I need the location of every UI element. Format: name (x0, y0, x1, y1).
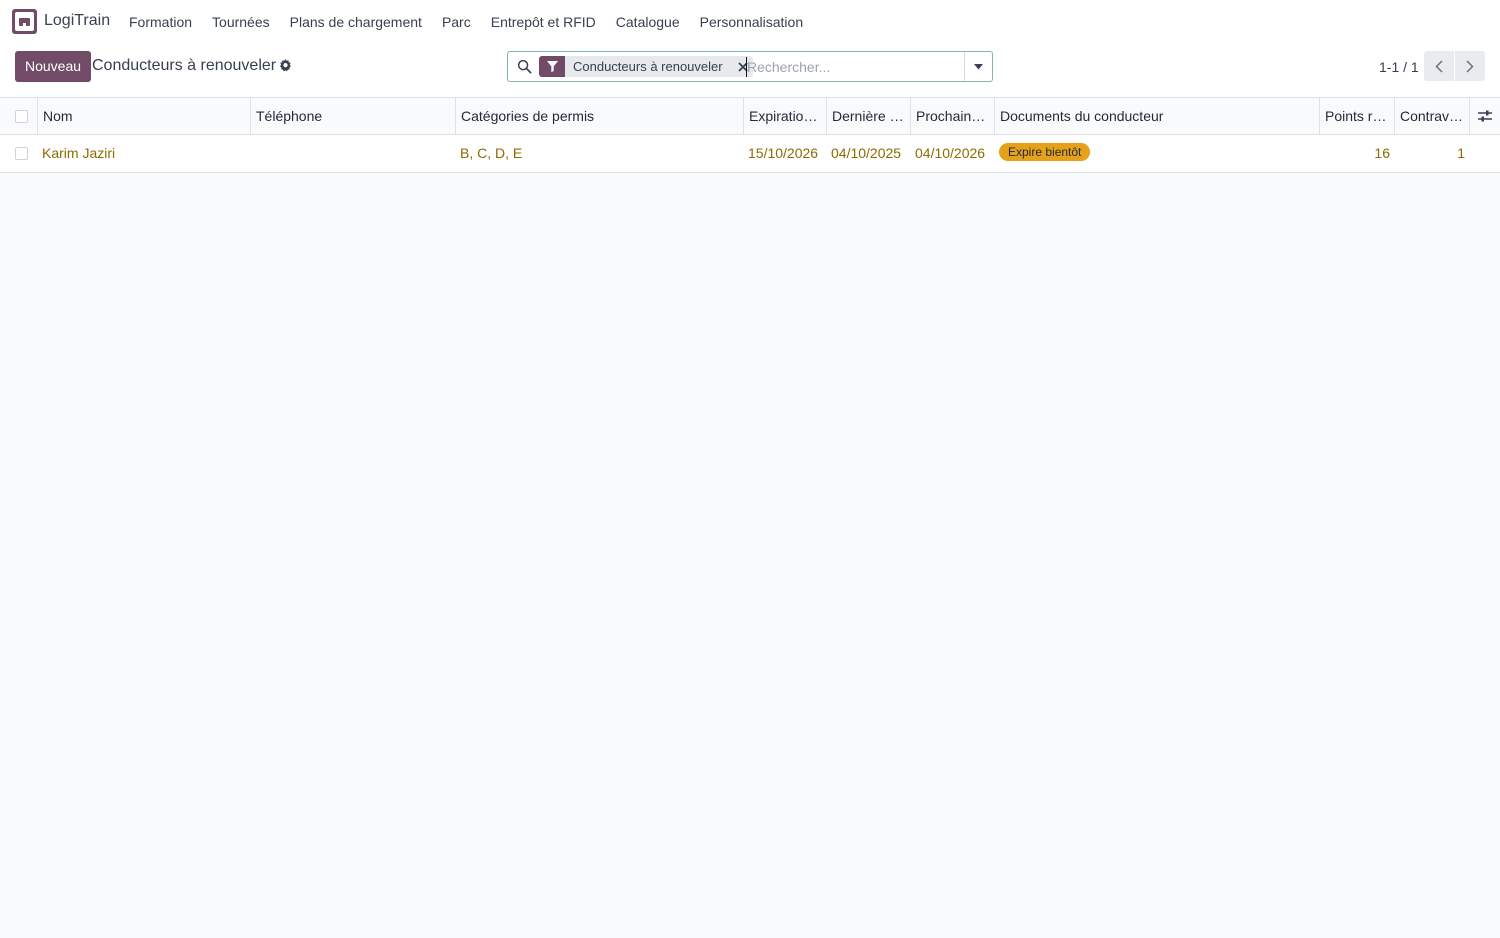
page-title: Conducteurs à renouveler (92, 57, 277, 74)
cell-nom[interactable]: Karim Jaziri (37, 135, 250, 172)
filter-icon (539, 56, 565, 77)
cell-contraventions[interactable]: 1 (1394, 135, 1470, 172)
sliders-icon[interactable] (1478, 109, 1492, 123)
pager-previous-button[interactable] (1424, 51, 1454, 81)
column-header-derniere[interactable]: Dernière v… (826, 98, 910, 135)
new-button[interactable]: Nouveau (15, 51, 92, 82)
cell-telephone[interactable] (250, 135, 456, 172)
app-logo-icon[interactable] (12, 9, 37, 34)
menu-item-tournees[interactable]: Tournées (202, 14, 280, 30)
table-header: Nom Téléphone Catégories de permis Expir… (0, 98, 1500, 135)
menu-item-entrepot-rfid[interactable]: Entrepôt et RFID (481, 14, 606, 30)
column-header-prochaine[interactable]: Prochaine… (910, 98, 994, 135)
app-name[interactable]: LogiTrain (44, 12, 110, 30)
menu-item-catalogue[interactable]: Catalogue (606, 14, 690, 30)
table-row[interactable]: Karim Jaziri B, C, D, E 15/10/2026 04/10… (0, 135, 1500, 172)
column-header-categories[interactable]: Catégories de permis (455, 98, 743, 135)
search-options-toggle[interactable] (964, 52, 992, 81)
cell-expiration[interactable]: 15/10/2026 (743, 135, 827, 172)
chevron-left-icon (1435, 59, 1443, 73)
cell-categories[interactable]: B, C, D, E (455, 135, 743, 172)
optional-columns-cell (1469, 98, 1500, 135)
menu-item-parc[interactable]: Parc (432, 14, 481, 30)
search-bar: Conducteurs à renouveler (507, 51, 993, 82)
select-all-checkbox[interactable] (15, 110, 28, 123)
column-header-documents[interactable]: Documents du conducteur (994, 98, 1320, 135)
chevron-right-icon (1466, 59, 1474, 73)
menu-item-personnalisation[interactable]: Personnalisation (690, 14, 814, 30)
control-panel: Nouveau Conducteurs à renouveler Conduct… (0, 44, 1500, 97)
search-input[interactable] (746, 57, 956, 77)
status-badge: Expire bientôt (999, 143, 1091, 161)
list-table: Nom Téléphone Catégories de permis Expir… (0, 97, 1500, 173)
cell-derniere[interactable]: 04/10/2025 (826, 135, 910, 172)
row-checkbox[interactable] (15, 147, 28, 160)
column-header-telephone[interactable]: Téléphone (250, 98, 456, 135)
cell-points[interactable]: 16 (1319, 135, 1395, 172)
column-header-contraventions[interactable]: Contrav… (1394, 98, 1470, 135)
cell-prochaine[interactable]: 04/10/2026 (910, 135, 994, 172)
top-navbar: LogiTrain Formation Tournées Plans de ch… (0, 0, 1500, 44)
select-all-cell (0, 98, 38, 135)
search-facet: Conducteurs à renouveler (539, 56, 753, 77)
main-menu: Formation Tournées Plans de chargement P… (119, 14, 813, 30)
pager-value[interactable]: 1-1 / 1 (1379, 59, 1419, 75)
facet-label: Conducteurs à renouveler (573, 59, 723, 74)
search-icon[interactable] (517, 59, 532, 74)
caret-down-icon (974, 63, 983, 69)
column-header-points[interactable]: Points re… (1319, 98, 1395, 135)
pager-next-button[interactable] (1455, 51, 1485, 81)
gear-icon[interactable] (279, 59, 292, 72)
menu-item-formation[interactable]: Formation (119, 14, 202, 30)
column-header-expiration[interactable]: Expiration… (743, 98, 827, 135)
row-select-cell (0, 135, 38, 172)
column-header-nom[interactable]: Nom (37, 98, 250, 135)
cell-documents[interactable]: Expire bientôt (994, 135, 1320, 172)
menu-item-plans-de-chargement[interactable]: Plans de chargement (280, 14, 432, 30)
